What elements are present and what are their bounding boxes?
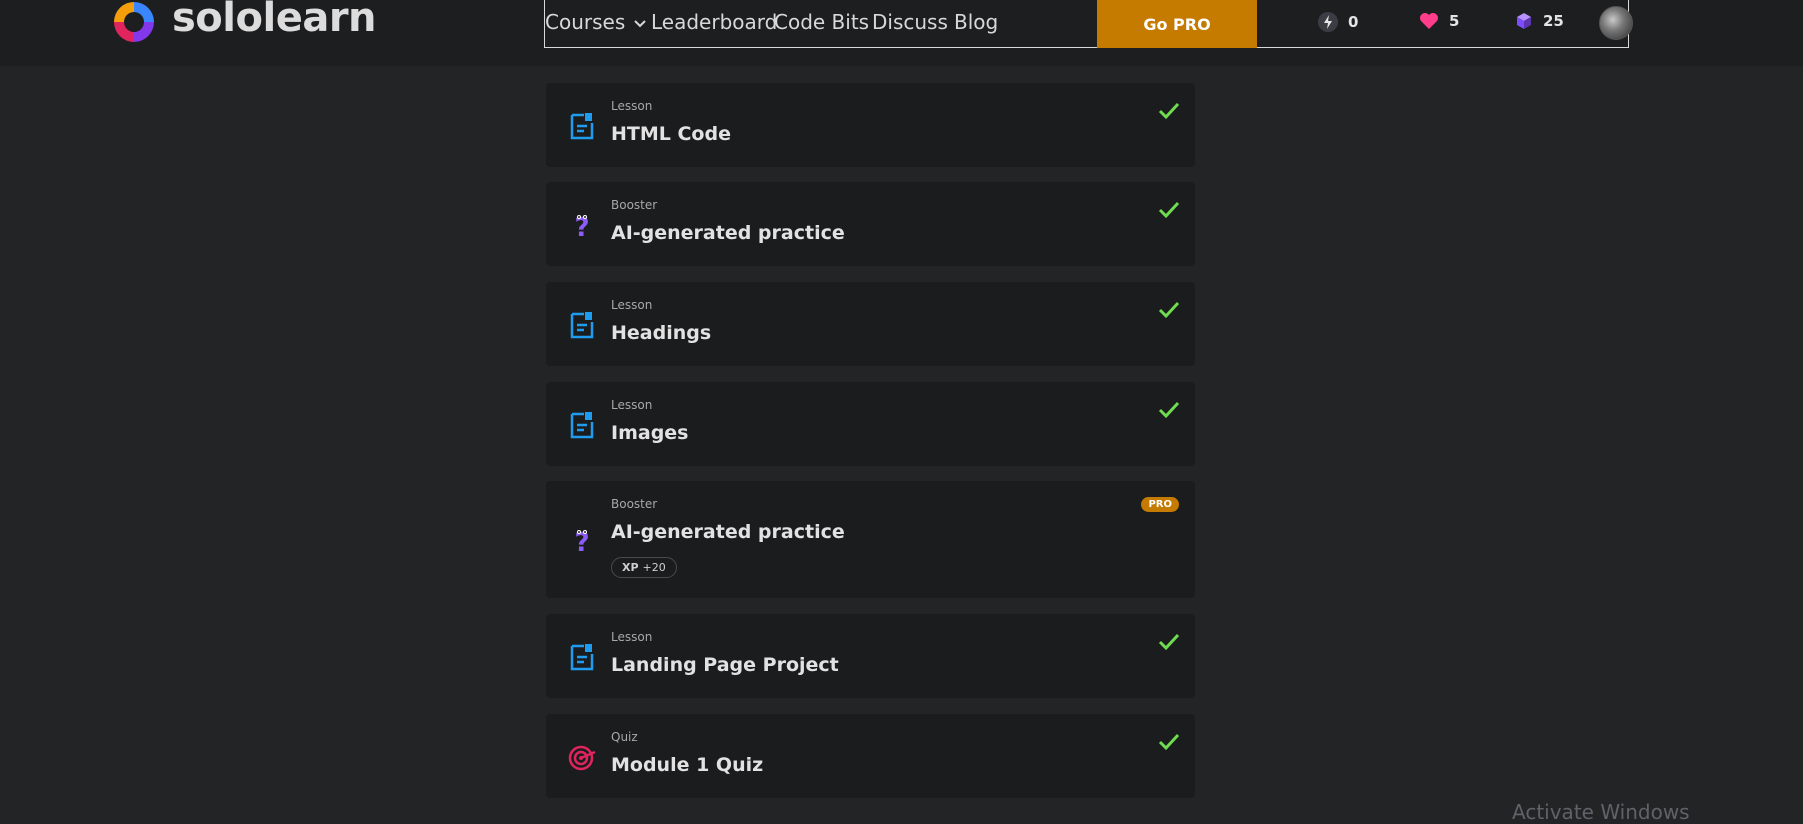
lesson-title: Images <box>611 422 689 444</box>
lesson-type-label: Lesson <box>611 99 653 113</box>
sololearn-logo[interactable]: sololearn <box>110 0 377 48</box>
xp-label: XP <box>622 561 639 574</box>
checkmark-icon <box>1158 301 1180 319</box>
lightning-icon <box>1318 12 1338 32</box>
lesson-card[interactable]: ? Booster AI-generated practice <box>546 182 1195 266</box>
lesson-doc-icon <box>570 644 594 671</box>
checkmark-icon <box>1158 733 1180 751</box>
lesson-title: Landing Page Project <box>611 654 839 676</box>
lesson-card[interactable]: Lesson Landing Page Project <box>546 614 1195 698</box>
hearts-value: 5 <box>1449 12 1460 30</box>
lesson-title: HTML Code <box>611 123 731 145</box>
main-nav: Courses Leaderboard Code Bits Discuss Bl… <box>544 0 1633 48</box>
lesson-card[interactable]: Lesson Headings <box>546 282 1195 366</box>
nav-code-bits[interactable]: Code Bits <box>774 10 869 34</box>
nav-courses[interactable]: Courses <box>545 10 647 34</box>
nav-discuss[interactable]: Discuss <box>872 10 948 34</box>
lesson-title: AI-generated practice <box>611 222 845 244</box>
lesson-type-label: Lesson <box>611 630 653 644</box>
checkmark-icon <box>1158 401 1180 419</box>
gem-cube-icon <box>1517 13 1531 29</box>
gems-counter[interactable]: 25 <box>1515 12 1564 30</box>
lesson-type-label: Lesson <box>611 398 653 412</box>
lesson-doc-icon <box>570 412 594 439</box>
logo-text: sololearn <box>172 0 377 41</box>
lesson-title: Module 1 Quiz <box>611 754 764 776</box>
checkmark-icon <box>1158 102 1180 120</box>
lesson-type-label: Booster <box>611 198 658 212</box>
checkmark-icon <box>1158 201 1180 219</box>
xp-reward-pill: XP +20 <box>611 557 677 578</box>
top-navigation-bar: sololearn Courses Leaderboard Code Bits … <box>0 0 1803 66</box>
question-mark-icon: ? <box>574 213 589 240</box>
lesson-card[interactable]: Lesson HTML Code <box>546 83 1195 167</box>
streak-counter[interactable]: 0 <box>1318 12 1358 32</box>
lesson-doc-icon <box>570 113 594 140</box>
user-avatar[interactable] <box>1599 6 1633 40</box>
lesson-type-label: Lesson <box>611 298 653 312</box>
lesson-card[interactable]: Quiz Module 1 Quiz <box>546 714 1195 798</box>
lesson-type-label: Booster <box>611 497 658 511</box>
lesson-title: AI-generated practice <box>611 521 845 543</box>
svg-text:?: ? <box>574 213 589 240</box>
gems-value: 25 <box>1543 12 1564 30</box>
activate-windows-watermark: Activate Windows <box>1512 800 1690 824</box>
pro-badge: PRO <box>1141 497 1179 512</box>
lesson-type-label: Quiz <box>611 730 638 744</box>
lesson-title: Headings <box>611 322 712 344</box>
checkmark-icon <box>1158 633 1180 651</box>
chevron-down-icon <box>634 19 646 27</box>
nav-blog[interactable]: Blog <box>954 10 998 34</box>
lesson-card[interactable]: ? Booster AI-generated practice PRO XP +2… <box>546 481 1195 598</box>
svg-text:?: ? <box>574 528 589 555</box>
lesson-card[interactable]: Lesson Images <box>546 382 1195 466</box>
xp-value: +20 <box>642 561 666 574</box>
question-mark-icon: ? <box>574 528 589 555</box>
sololearn-logo-icon <box>114 2 154 42</box>
nav-leaderboard[interactable]: Leaderboard <box>651 10 777 34</box>
nav-courses-label: Courses <box>545 10 626 34</box>
hearts-counter[interactable]: 5 <box>1419 12 1459 30</box>
streak-value: 0 <box>1348 13 1359 31</box>
heart-icon <box>1420 13 1438 29</box>
target-icon <box>568 745 596 771</box>
go-pro-button[interactable]: Go PRO <box>1097 0 1257 48</box>
lesson-doc-icon <box>570 312 594 339</box>
